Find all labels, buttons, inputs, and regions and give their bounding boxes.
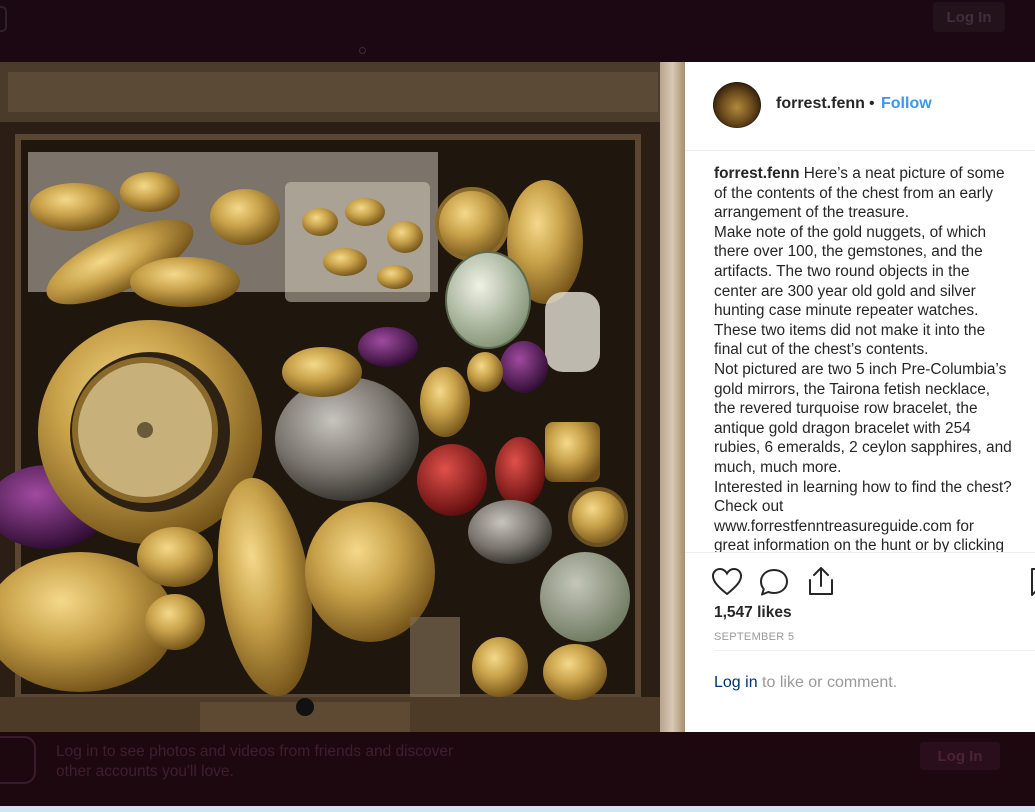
caption-line: much, much more. [714,458,842,476]
post-date[interactable]: SEPTEMBER 5 [714,631,794,643]
caption-line: These two items did not make it into the [714,321,986,339]
caption-line: final cut of the chest’s contents. [714,341,929,359]
login-link[interactable]: Log in [714,674,758,691]
dot-icon [359,47,366,54]
caption-line: Make note of the gold nuggets, of which [714,223,987,241]
login-suffix: to like or comment. [757,674,898,691]
caption-username[interactable]: forrest.fenn [714,165,800,182]
caption-line: great information on the hunt or by clic… [714,537,1005,552]
bookmark-icon[interactable] [1029,567,1035,597]
bottom-login-button[interactable]: Log In [920,742,1000,770]
ig-logo-icon [0,6,7,32]
bottom-banner-line: Log in to see photos and videos from fri… [56,743,454,760]
caption-line: center are 300 year old gold and silver [714,282,976,300]
post-username[interactable]: forrest.fenn [776,95,865,113]
divider [714,650,1035,651]
login-to-comment: Log in to like or comment. [714,674,897,692]
instagram-icon [0,736,36,784]
comment-icon[interactable] [758,567,790,597]
avatar[interactable] [713,82,761,128]
likes-count[interactable]: 1,547 likes [714,604,792,622]
top-login-button[interactable]: Log In [933,2,1005,32]
caption-line: arrangement of the treasure. [714,204,910,222]
post-caption: forrest.fenn Here’s a neat picture of so… [714,164,1035,552]
post-photo[interactable] [0,62,685,732]
caption-link[interactable]: www.forrestfenntreasureguide.com for [714,517,1035,537]
background-wall [660,62,685,732]
caption-line: antique gold dragon bracelet with 254 [714,419,971,437]
caption-line: rubies, 6 emeralds, 2 ceylon sapphires, … [714,439,1012,457]
caption-line: Check out [714,498,784,516]
taskbar-strip [0,806,1035,812]
caption-line: hunting case minute repeater watches. [714,302,979,320]
caption-line: Interested in learning how to find the c… [714,478,1012,496]
bottom-banner-text: Log in to see photos and videos from fri… [56,742,536,782]
bottom-banner-line: other accounts you'll love. [56,763,234,780]
caption-line: the revered turquoise row bracelet, the [714,400,978,418]
separator-dot: • [869,95,875,112]
post-header: forrest.fenn • Follow [685,62,1035,151]
top-nav: Log In [0,0,1035,62]
post-panel: forrest.fenn • Follow forrest.fenn Here’… [685,62,1035,732]
heart-icon[interactable] [711,567,743,597]
caption-line: gold mirrors, the Tairona fetish necklac… [714,380,991,398]
caption-line: of the contents of the chest from an ear… [714,184,993,202]
caption-line: Not pictured are two 5 inch Pre-Columbia… [714,360,1007,378]
caption-line: artifacts. The two round objects in the [714,262,970,280]
caption-line: forrest.fenn Here’s a neat picture of so… [714,164,1035,184]
follow-button[interactable]: Follow [881,95,932,113]
caption-line: there over 100, the gemstones, and the [714,243,983,261]
share-icon[interactable] [805,565,837,597]
caption-text: Here’s a neat picture of some [803,165,1005,182]
